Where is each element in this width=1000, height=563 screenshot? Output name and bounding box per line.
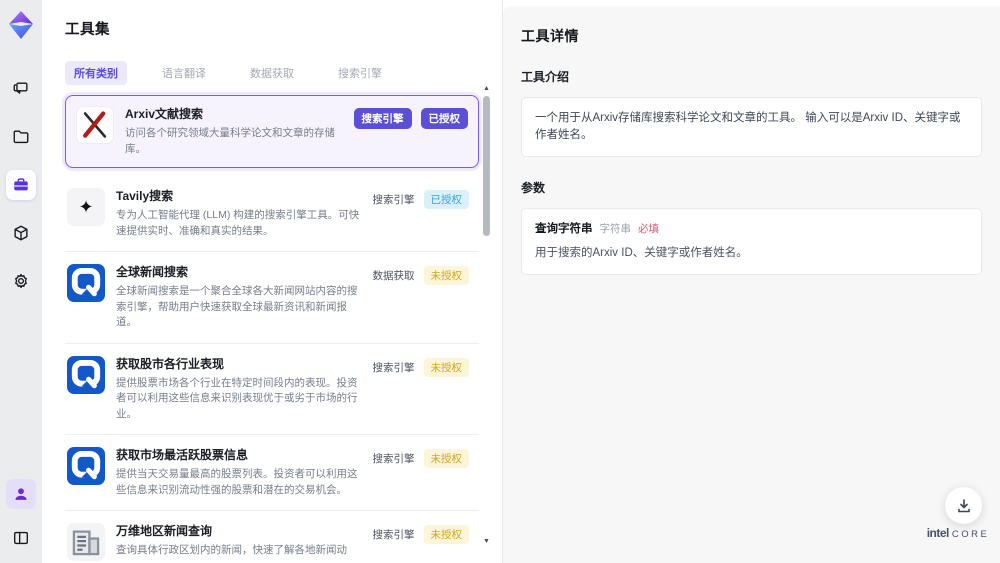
tool-description: 提供股票市场各个行业在特定时间段内的表现。投资者可以利用这些信息来识别表现优于或…: [116, 376, 358, 420]
tool-detail-panel: 工具详情 工具介绍 一个用于从Arxiv存储库搜索科学论文和文章的工具。 输入可…: [503, 6, 1000, 563]
intel-core-logo: intel CORE: [926, 526, 990, 540]
category-badge: 搜索引擎: [372, 529, 415, 541]
sidebar-item-folder[interactable]: [6, 122, 36, 152]
page-title: 工具集: [65, 22, 110, 38]
param-required-flag: 必填: [638, 223, 659, 235]
cube-icon: [12, 224, 30, 242]
juhe-logo-icon: [67, 264, 105, 302]
params-heading: 参数: [521, 181, 546, 195]
arxiv-logo-icon: [76, 106, 114, 144]
juhe-logo-icon: [67, 447, 105, 485]
sidebar-item-chat-bubbles[interactable]: [6, 74, 36, 104]
icon-sidebar: [0, 0, 42, 563]
app-logo-diamond-icon: [7, 10, 35, 40]
tool-list-item[interactable]: ✦ Tavily搜索 专为人工智能代理 (LLM) 构建的搜索引擎工具。可快速提…: [65, 176, 479, 252]
auth-status-badge: 未授权: [423, 449, 469, 468]
sidebar-item-panel-toggle[interactable]: [6, 523, 36, 553]
panel-toggle-icon: [12, 529, 30, 547]
scroll-up-arrow-icon[interactable]: ▲: [482, 84, 491, 93]
news-building-icon: [67, 523, 105, 561]
category-badge: 数据获取: [372, 270, 415, 282]
scrollbar-thumb[interactable]: [483, 96, 490, 236]
scroll-down-arrow-icon[interactable]: ▼: [482, 537, 491, 546]
auth-status-badge: 未授权: [423, 525, 469, 544]
tool-name: 全球新闻搜索: [116, 265, 189, 279]
juhe-logo-icon: [67, 355, 105, 394]
category-badge: 搜索引擎: [372, 361, 415, 374]
auth-status-badge: 未授权: [423, 266, 469, 285]
param-desc: 用于搜索的Arxiv ID、关键字或作者姓名。: [535, 247, 748, 259]
tool-name: Arxiv文献搜索: [125, 107, 204, 121]
tool-description: 提供当天交易量最高的股票列表。投资者可以利用这些信息来识别流动性强的股票和潜在的…: [116, 468, 358, 496]
category-tab[interactable]: 数据获取: [241, 61, 303, 85]
intro-heading: 工具介绍: [521, 70, 570, 84]
detail-title: 工具详情: [521, 28, 579, 44]
category-badge: 搜索引擎: [372, 194, 415, 206]
chat-bubbles-icon: [12, 80, 30, 98]
category-tab[interactable]: 搜索引擎: [329, 61, 391, 85]
tavily-logo-icon: ✦: [67, 188, 105, 226]
category-badge: 搜索引擎: [372, 453, 415, 465]
tool-name: 万维地区新闻查询: [116, 524, 213, 538]
category-tab[interactable]: 语言翻译: [153, 61, 215, 85]
sidebar-item-cube[interactable]: [6, 218, 36, 248]
download-icon: [957, 498, 970, 512]
sidebar-item-gear[interactable]: [6, 266, 36, 296]
download-button[interactable]: [945, 487, 982, 524]
tool-description: 全球新闻搜索是一个聚合全球各大新闻网站内容的搜索引擎，帮助用户快速获取全球最新资…: [116, 285, 358, 328]
tool-name: 获取股市各行业表现: [116, 356, 225, 371]
tool-list-item[interactable]: 万维地区新闻查询 查询具体行政区划内的新闻，快速了解各地新闻动 搜索引擎 未授权: [65, 511, 479, 563]
tool-name: 获取市场最活跃股票信息: [116, 448, 249, 462]
sidebar-item-toolbox[interactable]: [6, 170, 36, 200]
param-box: 查询字符串 字符串 必填 用于搜索的Arxiv ID、关键字或作者姓名。: [521, 208, 982, 275]
folder-icon: [12, 128, 30, 146]
category-tabs: 所有类别 语言翻译 数据获取 搜索引擎: [65, 61, 502, 85]
auth-status-badge: 已授权: [423, 190, 469, 209]
tool-list-item[interactable]: 全球新闻搜索 全球新闻搜索是一个聚合全球各大新闻网站内容的搜索引擎，帮助用户快速…: [65, 252, 479, 344]
tool-list-item[interactable]: 获取股市各行业表现 提供股票市场各个行业在特定时间段内的表现。投资者可以利用这些…: [65, 343, 479, 435]
toolbox-icon: [12, 176, 30, 194]
tool-list-panel: 工具集 所有类别 语言翻译 数据获取 搜索引擎 Arxiv文献搜索 访问各个研究领域大…: [42, 0, 503, 563]
auth-status-badge: 已授权: [420, 108, 468, 129]
user-icon: [12, 485, 30, 503]
auth-status-badge: 未授权: [423, 357, 469, 377]
tool-description: 专为人工智能代理 (LLM) 构建的搜索引擎工具。可快速提供实时、准确和真实的结…: [116, 209, 360, 237]
param-type: 字符串: [599, 223, 632, 235]
list-scrollbar[interactable]: ▲ ▼: [482, 84, 491, 546]
tool-description: 访问各个研究领域大量科学论文和文章的存储库。: [125, 127, 335, 155]
category-badge: 搜索引擎: [353, 108, 412, 129]
param-name: 查询字符串: [535, 223, 593, 235]
sidebar-item-user[interactable]: [6, 479, 36, 509]
tool-list: Arxiv文献搜索 访问各个研究领域大量科学论文和文章的存储库。 搜索引擎 已授…: [65, 95, 479, 563]
intro-text: 一个用于从Arxiv存储库搜索科学论文和文章的工具。 输入可以是Arxiv ID…: [535, 112, 961, 141]
category-tab[interactable]: 所有类别: [65, 61, 127, 85]
tool-name: Tavily搜索: [116, 189, 174, 203]
gear-icon: [12, 272, 30, 290]
intro-box: 一个用于从Arxiv存储库搜索科学论文和文章的工具。 输入可以是Arxiv ID…: [521, 97, 982, 157]
app-window: 工具集 所有类别 语言翻译 数据获取 搜索引擎 Arxiv文献搜索 访问各个研究领域大…: [0, 0, 1000, 563]
tool-list-item[interactable]: 获取市场最活跃股票信息 提供当天交易量最高的股票列表。投资者可以利用这些信息来识…: [65, 435, 479, 511]
tool-description: 查询具体行政区划内的新闻，快速了解各地新闻动: [116, 544, 347, 556]
tool-list-item[interactable]: Arxiv文献搜索 访问各个研究领域大量科学论文和文章的存储库。 搜索引擎 已授…: [65, 95, 479, 168]
